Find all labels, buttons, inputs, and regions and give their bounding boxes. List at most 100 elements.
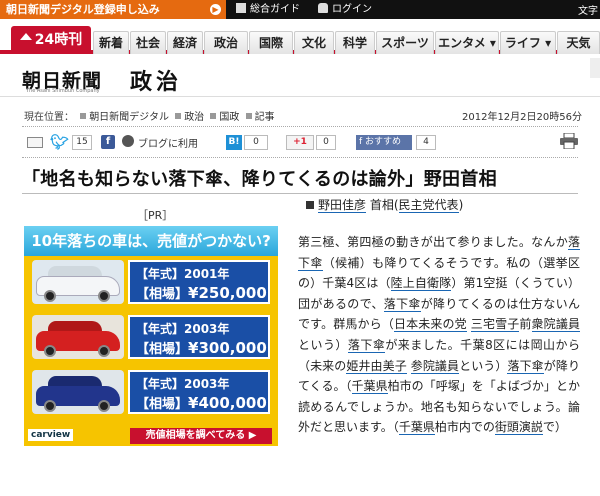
ad-price: 【相場】¥300,000 — [136, 338, 267, 357]
breadcrumb-item-article: 記事 — [254, 112, 275, 123]
ad-price-value: ¥400,000 — [188, 394, 267, 412]
body-text: で） — [542, 420, 567, 435]
main-nav: 24時刊 新着 社会 経済 政治 国際 文化 科学 スポーツ エンタメ ▾ ライ… — [0, 26, 600, 54]
ad-price-label: 【相場】 — [136, 287, 189, 302]
facebook-icon[interactable]: f — [101, 135, 115, 149]
article-byline: 野田佳彦 首相(民主党代表) — [306, 196, 463, 213]
ad-year: 【年式】2001年 — [136, 267, 230, 281]
breadcrumb-item-home[interactable]: 朝日新聞デジタル — [89, 112, 169, 123]
nav-home-tab[interactable]: 24時刊 — [11, 26, 91, 54]
login-label: ログイン — [332, 4, 372, 15]
hatena-count: 0 — [244, 135, 268, 150]
top-bar: 朝日新聞デジタル登録申し込み ▶ 総合ガイド ログイン 文字 — [0, 0, 600, 19]
ad-banner[interactable]: 10年落ちの車は、売値がつかない? 【年式】2001年 【相場】¥250,000… — [24, 226, 278, 446]
ad-headline: 10年落ちの車は、売値がつかない? — [24, 226, 278, 256]
nav-tab-new[interactable]: 新着 — [93, 31, 129, 54]
ad-row[interactable]: 【年式】2003年 【相場】¥300,000 — [28, 313, 274, 363]
ad-price-panel: 【年式】2003年 【相場】¥400,000 — [128, 370, 270, 414]
register-link[interactable]: 朝日新聞デジタル登録申し込み ▶ — [0, 0, 226, 19]
nav-tab-society[interactable]: 社会 — [130, 31, 166, 54]
text-size-label[interactable]: 文字 — [578, 2, 598, 17]
byline-party-link[interactable]: 民主党代表 — [398, 198, 459, 213]
ad-year: 【年式】2003年 — [136, 322, 230, 336]
keyword-link-himei[interactable]: 姫井由美子 — [346, 358, 407, 374]
pr-label: ［PR］ — [137, 209, 174, 222]
ad-price-label: 【相場】 — [136, 397, 189, 412]
ad-price-panel: 【年式】2003年 【相場】¥300,000 — [128, 315, 270, 359]
twitter-icon[interactable]: 🐦︎ — [50, 134, 69, 150]
keyword-link-rakkasan[interactable]: 落下傘 — [347, 337, 386, 353]
car-image-blue — [32, 370, 124, 414]
body-text: 第三極、第四極の動きが出て参りました。なんか — [298, 235, 568, 249]
nav-tab-weather[interactable]: 天気 — [557, 31, 600, 54]
breadcrumb-label: 現在位置： — [24, 112, 74, 123]
byline-role: 首相 — [369, 198, 394, 212]
arrow-right-icon: ▶ — [210, 4, 221, 15]
body-text: 前 — [519, 317, 532, 332]
facebook-recommend-label: おすすめ — [365, 137, 402, 147]
nav-tab-science[interactable]: 科学 — [335, 31, 375, 54]
ad-year: 【年式】2003年 — [136, 377, 230, 391]
nav-tab-international[interactable]: 国際 — [249, 31, 293, 54]
book-icon — [236, 3, 246, 13]
share-divider — [22, 157, 578, 158]
keyword-link-chiba[interactable]: 千葉県 — [351, 379, 388, 395]
ad-price-label: 【相場】 — [136, 342, 189, 357]
breadcrumb-bullet — [245, 113, 252, 119]
ad-price-panel: 【年式】2001年 【相場】¥250,000 — [128, 260, 270, 304]
breadcrumb-bullet — [80, 113, 87, 119]
byline-name-link[interactable]: 野田佳彦 — [318, 198, 367, 213]
breadcrumb-item-national[interactable]: 国政 — [219, 112, 239, 123]
keyword-link-mitake[interactable]: 三宅雪子 — [470, 317, 520, 333]
home-icon — [19, 33, 32, 40]
body-text: という） — [298, 337, 348, 352]
ad-price-value: ¥250,000 — [188, 284, 267, 302]
page-edge-tab[interactable] — [590, 58, 600, 78]
breadcrumb: 現在位置： 朝日新聞デジタル 政治 国政 記事 — [24, 108, 275, 123]
car-image-red — [32, 315, 124, 359]
headline-rule — [22, 193, 578, 194]
gplus-count: 0 — [316, 135, 336, 150]
keyword-link-rakkasan[interactable]: 落下傘 — [507, 358, 544, 374]
ad-row[interactable]: 【年式】2003年 【相場】¥400,000 — [28, 368, 274, 418]
nav-tab-politics[interactable]: 政治 — [204, 31, 248, 54]
article-body: 第三極、第四極の動きが出て参りました。なんか落下傘（候補）も降りてくるそうです。… — [298, 232, 580, 438]
guide-link[interactable]: 総合ガイド — [236, 0, 300, 19]
keyword-link-rakkasan[interactable]: 落下傘 — [383, 296, 421, 312]
print-icon[interactable] — [560, 133, 578, 149]
nav-tab-economy[interactable]: 経済 — [167, 31, 203, 54]
body-text: 柏市内での — [434, 420, 495, 435]
nav-tab-entertainment[interactable]: エンタメ ▾ — [435, 31, 499, 54]
gplus-button[interactable]: +1 — [286, 135, 314, 150]
body-text: という） — [459, 358, 508, 373]
nav-tab-culture[interactable]: 文化 — [294, 31, 334, 54]
article-headline: 「地名も知らない落下傘、降りてくるのは論外」野田首相 — [22, 169, 497, 190]
section-title: 政治 — [130, 70, 183, 95]
keyword-link-sangiin[interactable]: 参院議員 — [410, 358, 460, 374]
breadcrumb-divider — [22, 126, 578, 127]
nav-tab-life[interactable]: ライフ ▾ — [500, 31, 556, 54]
blog-button[interactable]: ブログに利用 — [138, 135, 198, 150]
facebook-recommend-button[interactable]: f おすすめ — [356, 135, 412, 150]
hatena-bookmark-icon[interactable]: B! — [226, 135, 242, 150]
ad-price: 【相場】¥400,000 — [136, 393, 267, 412]
mail-icon[interactable] — [27, 137, 43, 148]
ad-cta-button[interactable]: 売値相場を調べてみる ▶ — [130, 428, 272, 444]
breadcrumb-bullet — [210, 113, 217, 119]
breadcrumb-item-politics[interactable]: 政治 — [184, 112, 204, 123]
breadcrumb-bullet — [175, 113, 182, 119]
carview-logo: carview — [28, 429, 74, 441]
login-link[interactable]: ログイン — [318, 0, 372, 19]
ad-row[interactable]: 【年式】2001年 【相場】¥250,000 — [28, 258, 274, 308]
keyword-link-gaitou[interactable]: 街頭演説 — [494, 420, 543, 436]
byline-bullet — [306, 201, 314, 209]
ad-price: 【相場】¥250,000 — [136, 283, 267, 302]
nav-tab-sports[interactable]: スポーツ — [376, 31, 434, 54]
keyword-link-chiba[interactable]: 千葉県 — [398, 420, 435, 436]
keyword-link-mirai[interactable]: 日本未来の党 — [393, 317, 467, 333]
header-divider — [0, 96, 600, 97]
blog-icon — [122, 135, 134, 147]
keyword-link-shugiin[interactable]: 衆院議員 — [531, 317, 580, 333]
lock-icon — [318, 3, 328, 13]
keyword-link-jieitai[interactable]: 陸上自衛隊 — [390, 276, 452, 292]
